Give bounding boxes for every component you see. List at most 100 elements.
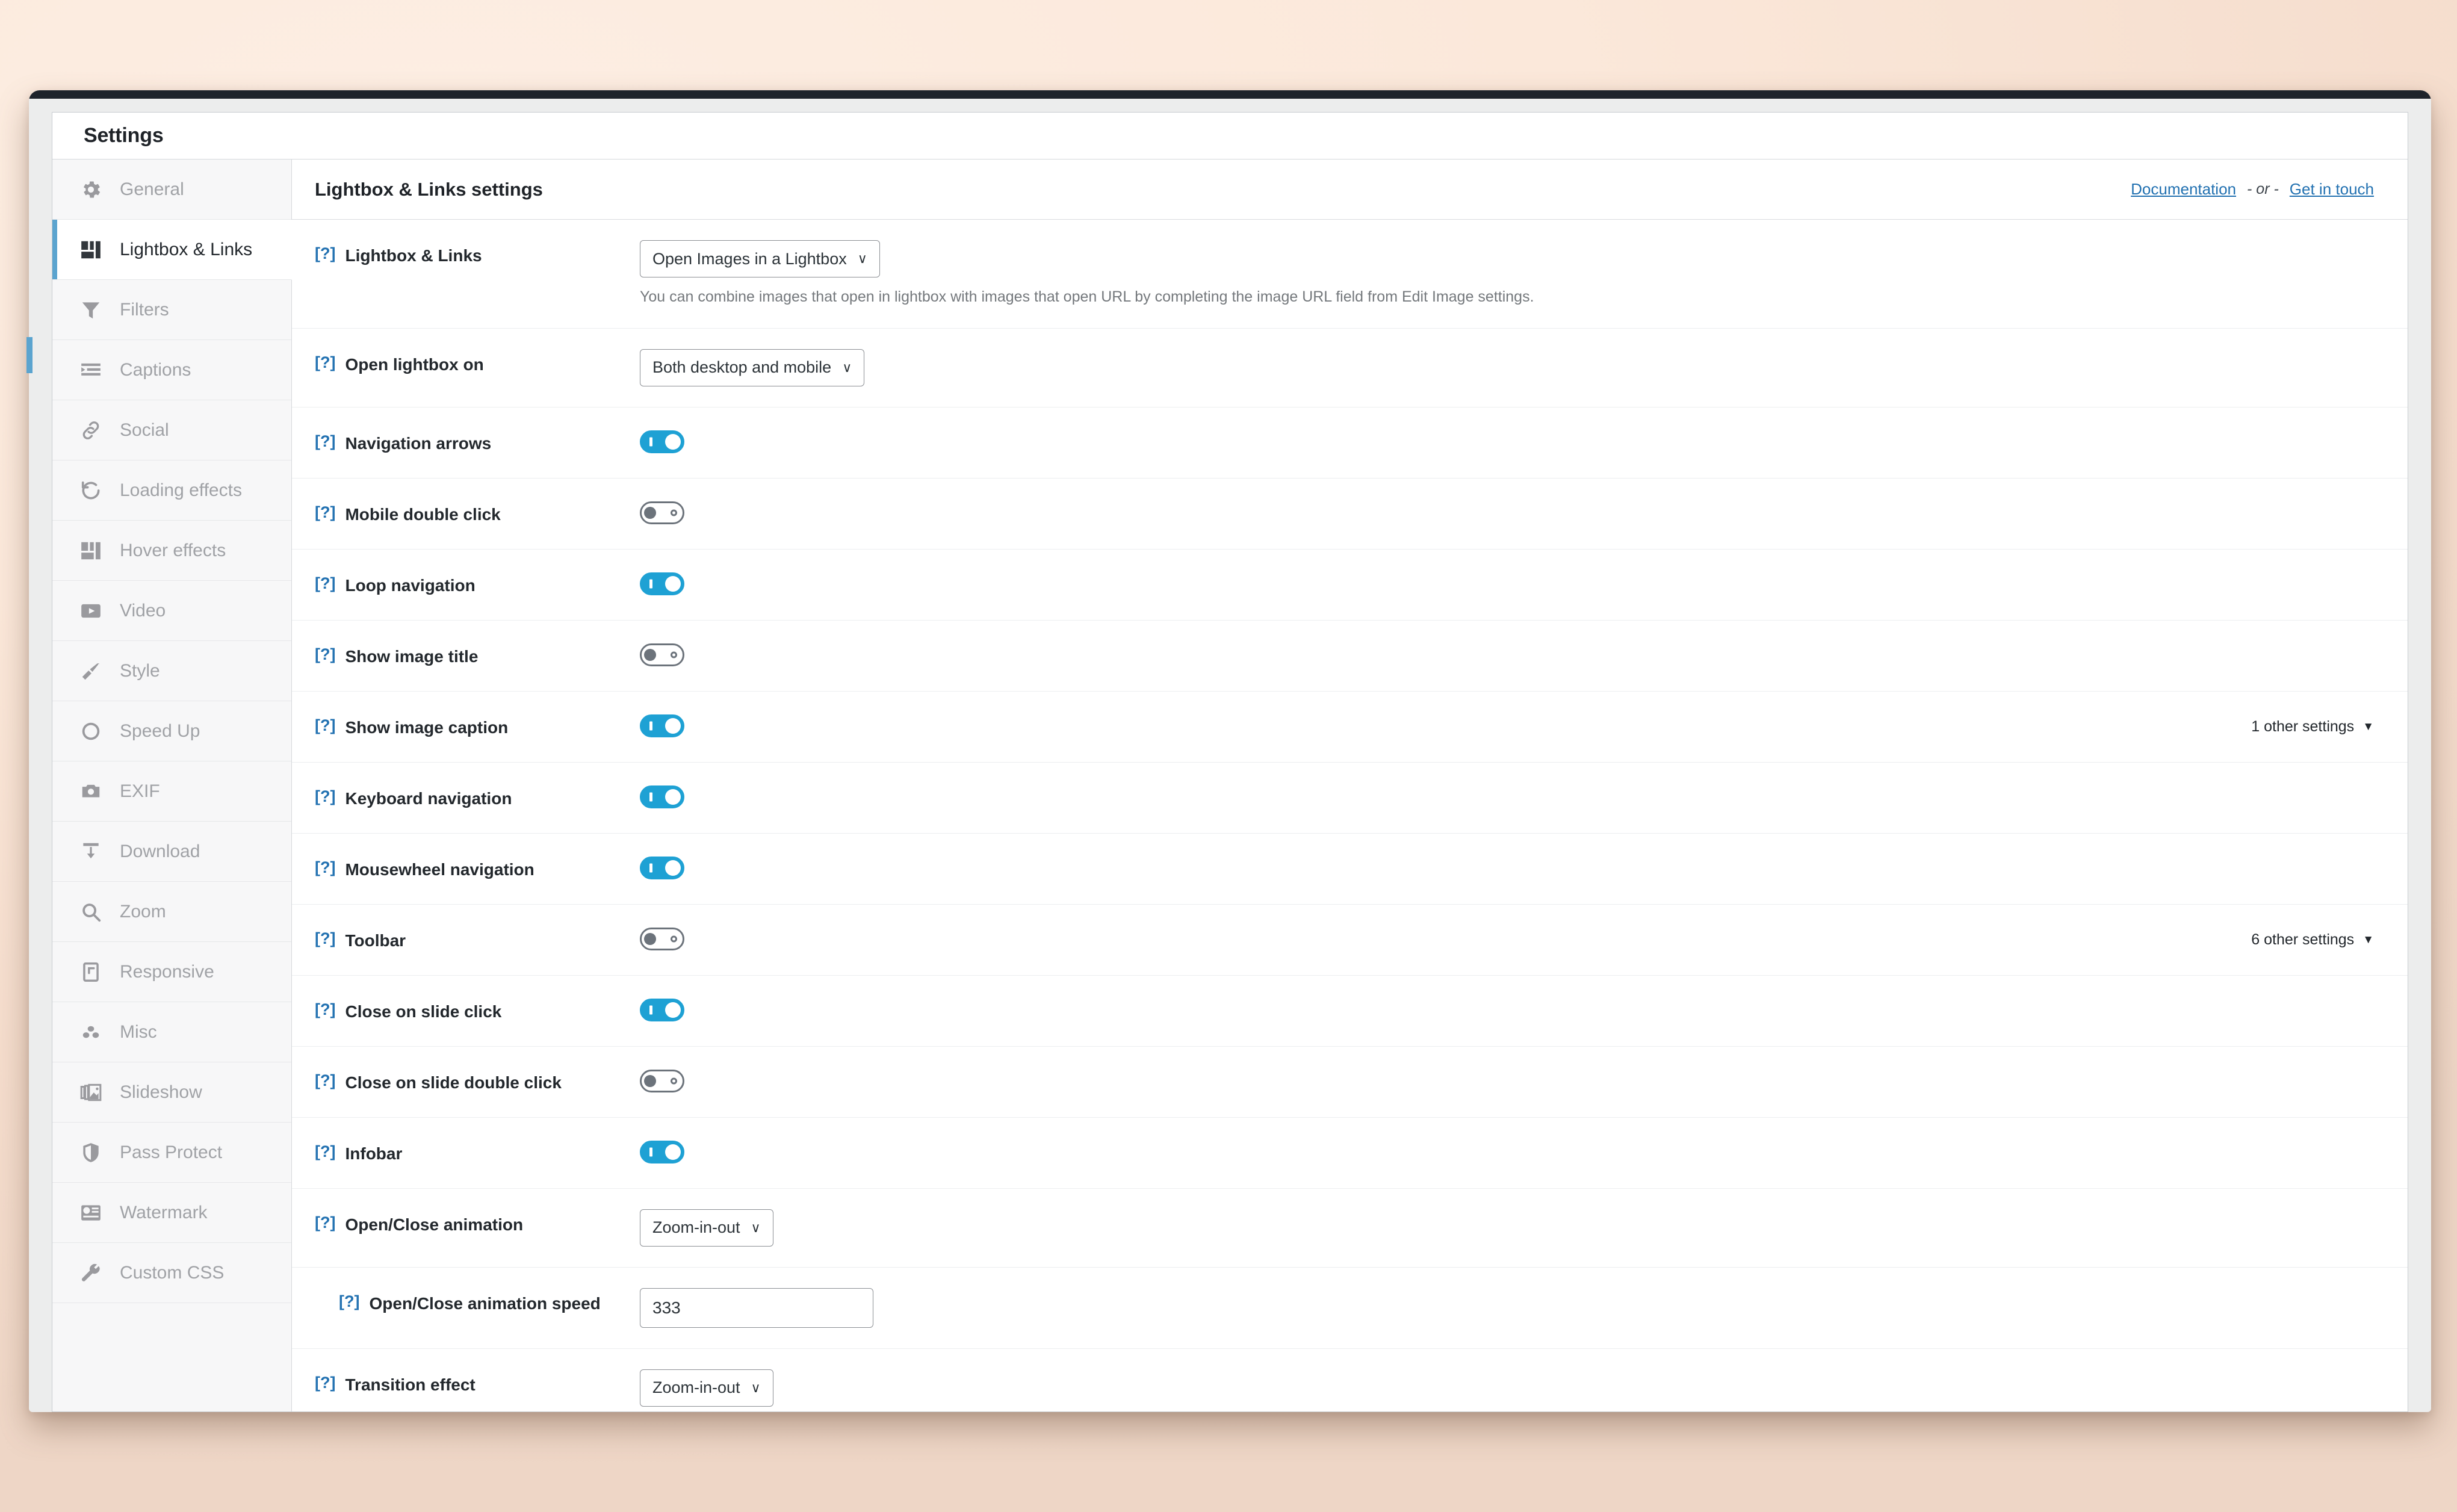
help-icon[interactable]: [?] [315, 929, 335, 948]
settings-rows-list: [?] Lightbox & Links Open Images in a Ligh… [292, 220, 2408, 1411]
toggle-show-image-title[interactable] [640, 643, 684, 666]
sidebar-item-label: General [120, 179, 184, 199]
sidebar-item-responsive[interactable]: Responsive [52, 942, 291, 1002]
setting-row-toolbar: [?] Toolbar 6 other settings ▼ [292, 905, 2408, 976]
caret-down-icon: ▼ [2362, 933, 2374, 946]
toggle-indicator [671, 509, 677, 516]
setting-row-show-image-title: [?] Show image title [292, 621, 2408, 692]
help-icon[interactable]: [?] [315, 1374, 335, 1392]
setting-control-cell [640, 996, 2374, 1021]
sidebar-item-speed-up[interactable]: Speed Up [52, 701, 291, 761]
sidebar-item-label: Lightbox & Links [120, 239, 253, 259]
play-rect-icon [78, 598, 104, 624]
help-icon[interactable]: [?] [315, 858, 335, 877]
toggle-mobile-double-click[interactable] [640, 501, 684, 524]
toggle-keyboard-navigation[interactable] [640, 785, 684, 808]
help-icon[interactable]: [?] [315, 432, 335, 451]
toggle-navigation-arrows[interactable] [640, 430, 684, 453]
sidebar-item-video[interactable]: Video [52, 581, 291, 641]
main-header: Lightbox & Links settings Documentation … [292, 160, 2408, 220]
magnifier-icon [78, 899, 104, 925]
input-open-close-animation-speed[interactable] [640, 1287, 873, 1328]
other-settings-toggle[interactable]: 1 other settings ▼ [2251, 712, 2374, 736]
select-transition-effect[interactable]: Zoom-in-out ∨ [640, 1369, 773, 1407]
help-icon[interactable]: [?] [315, 353, 335, 372]
setting-row-navigation-arrows: [?] Navigation arrows [292, 407, 2408, 479]
other-settings-label: 1 other settings [2251, 717, 2355, 735]
select-lightbox-links[interactable]: Open Images in a Lightbox ∨ [640, 240, 880, 277]
help-icon[interactable]: [?] [315, 716, 335, 735]
select-value: Both desktop and mobile [652, 358, 832, 377]
application-window: Settings General Lightbox & Links Filters C… [29, 90, 2431, 1412]
sidebar-item-style[interactable]: Style [52, 641, 291, 701]
setting-label: Show image caption [345, 717, 509, 737]
setting-label: Open/Close animation [345, 1215, 524, 1234]
toggle-close-on-slide-double-click[interactable] [640, 1069, 684, 1092]
sidebar-item-label: EXIF [120, 781, 160, 801]
help-icon[interactable]: [?] [315, 645, 335, 664]
setting-label: Lightbox & Links [345, 246, 482, 265]
page-title: Lightbox & Links settings [315, 178, 543, 200]
setting-label: Toolbar [345, 931, 406, 950]
sidebar-item-watermark[interactable]: Watermark [52, 1183, 291, 1243]
sidebar-item-misc[interactable]: Misc [52, 1002, 291, 1062]
setting-label-cell: [?] Loop navigation [315, 570, 640, 596]
sidebar-item-loading-effects[interactable]: Loading effects [52, 460, 291, 521]
toggle-show-image-caption[interactable] [640, 714, 684, 737]
setting-label: Infobar [345, 1144, 403, 1163]
toggle-indicator [649, 721, 652, 731]
setting-control-cell [640, 428, 2374, 453]
sidebar-item-download[interactable]: Download [52, 822, 291, 882]
help-icon[interactable]: [?] [315, 503, 335, 522]
sidebar-item-slideshow[interactable]: Slideshow [52, 1062, 291, 1123]
select-open-close-animation[interactable]: Zoom-in-out ∨ [640, 1209, 773, 1247]
window-edge-accent [26, 337, 33, 373]
help-icon[interactable]: [?] [315, 244, 335, 263]
toggle-indicator [671, 651, 677, 658]
sidebar-item-filters[interactable]: Filters [52, 280, 291, 340]
sidebar-item-exif[interactable]: EXIF [52, 761, 291, 822]
help-icon[interactable]: [?] [339, 1292, 359, 1311]
setting-label-cell: [?] Navigation arrows [315, 428, 640, 454]
help-icon[interactable]: [?] [315, 574, 335, 593]
toggle-close-on-slide-click[interactable] [640, 998, 684, 1021]
documentation-link[interactable]: Documentation [2131, 180, 2236, 199]
select-value: Zoom-in-out [652, 1218, 740, 1237]
toggle-knob [665, 860, 681, 876]
help-icon[interactable]: [?] [315, 1213, 335, 1232]
setting-label-cell: [?] Open/Close animation speed [315, 1288, 640, 1315]
setting-label: Mobile double click [345, 504, 501, 524]
setting-label-cell: [?] Infobar [315, 1138, 640, 1165]
setting-label-cell: [?] Open lightbox on [315, 349, 640, 376]
toggle-loop-navigation[interactable] [640, 572, 684, 595]
toggle-toolbar[interactable] [640, 927, 684, 950]
setting-row-close-on-slide-click: [?] Close on slide click [292, 976, 2408, 1047]
sidebar-item-custom-css[interactable]: Custom CSS [52, 1243, 291, 1303]
funnel-icon [78, 297, 104, 323]
help-icon[interactable]: [?] [315, 787, 335, 806]
sidebar-item-hover-effects[interactable]: Hover effects [52, 521, 291, 581]
toggle-mousewheel-navigation[interactable] [640, 856, 684, 879]
setting-row-open-close-animation: [?] Open/Close animation Zoom-in-out ∨ [292, 1189, 2408, 1268]
setting-control-cell [640, 1287, 2374, 1328]
get-in-touch-link[interactable]: Get in touch [2290, 180, 2374, 199]
download-icon [78, 838, 104, 865]
setting-control-cell [640, 641, 2374, 666]
setting-label-cell: [?] Mousewheel navigation [315, 854, 640, 881]
sidebar-item-pass-protect[interactable]: Pass Protect [52, 1123, 291, 1183]
toggle-infobar[interactable] [640, 1140, 684, 1163]
select-open-lightbox-on[interactable]: Both desktop and mobile ∨ [640, 349, 865, 386]
settings-main-panel: Lightbox & Links settings Documentation … [292, 160, 2408, 1411]
sidebar-item-general[interactable]: General [52, 160, 291, 220]
sidebar-item-lightbox-links[interactable]: Lightbox & Links [52, 220, 292, 280]
setting-control-cell [640, 712, 2251, 737]
sidebar-item-zoom[interactable]: Zoom [52, 882, 291, 942]
help-icon[interactable]: [?] [315, 1142, 335, 1161]
sidebar-item-social[interactable]: Social [52, 400, 291, 460]
sidebar-item-captions[interactable]: Captions [52, 340, 291, 400]
help-icon[interactable]: [?] [315, 1071, 335, 1090]
help-icon[interactable]: [?] [315, 1000, 335, 1019]
setting-label-cell: [?] Close on slide double click [315, 1067, 640, 1094]
other-settings-toggle[interactable]: 6 other settings ▼ [2251, 925, 2374, 949]
sidebar-item-label: Video [120, 600, 166, 621]
